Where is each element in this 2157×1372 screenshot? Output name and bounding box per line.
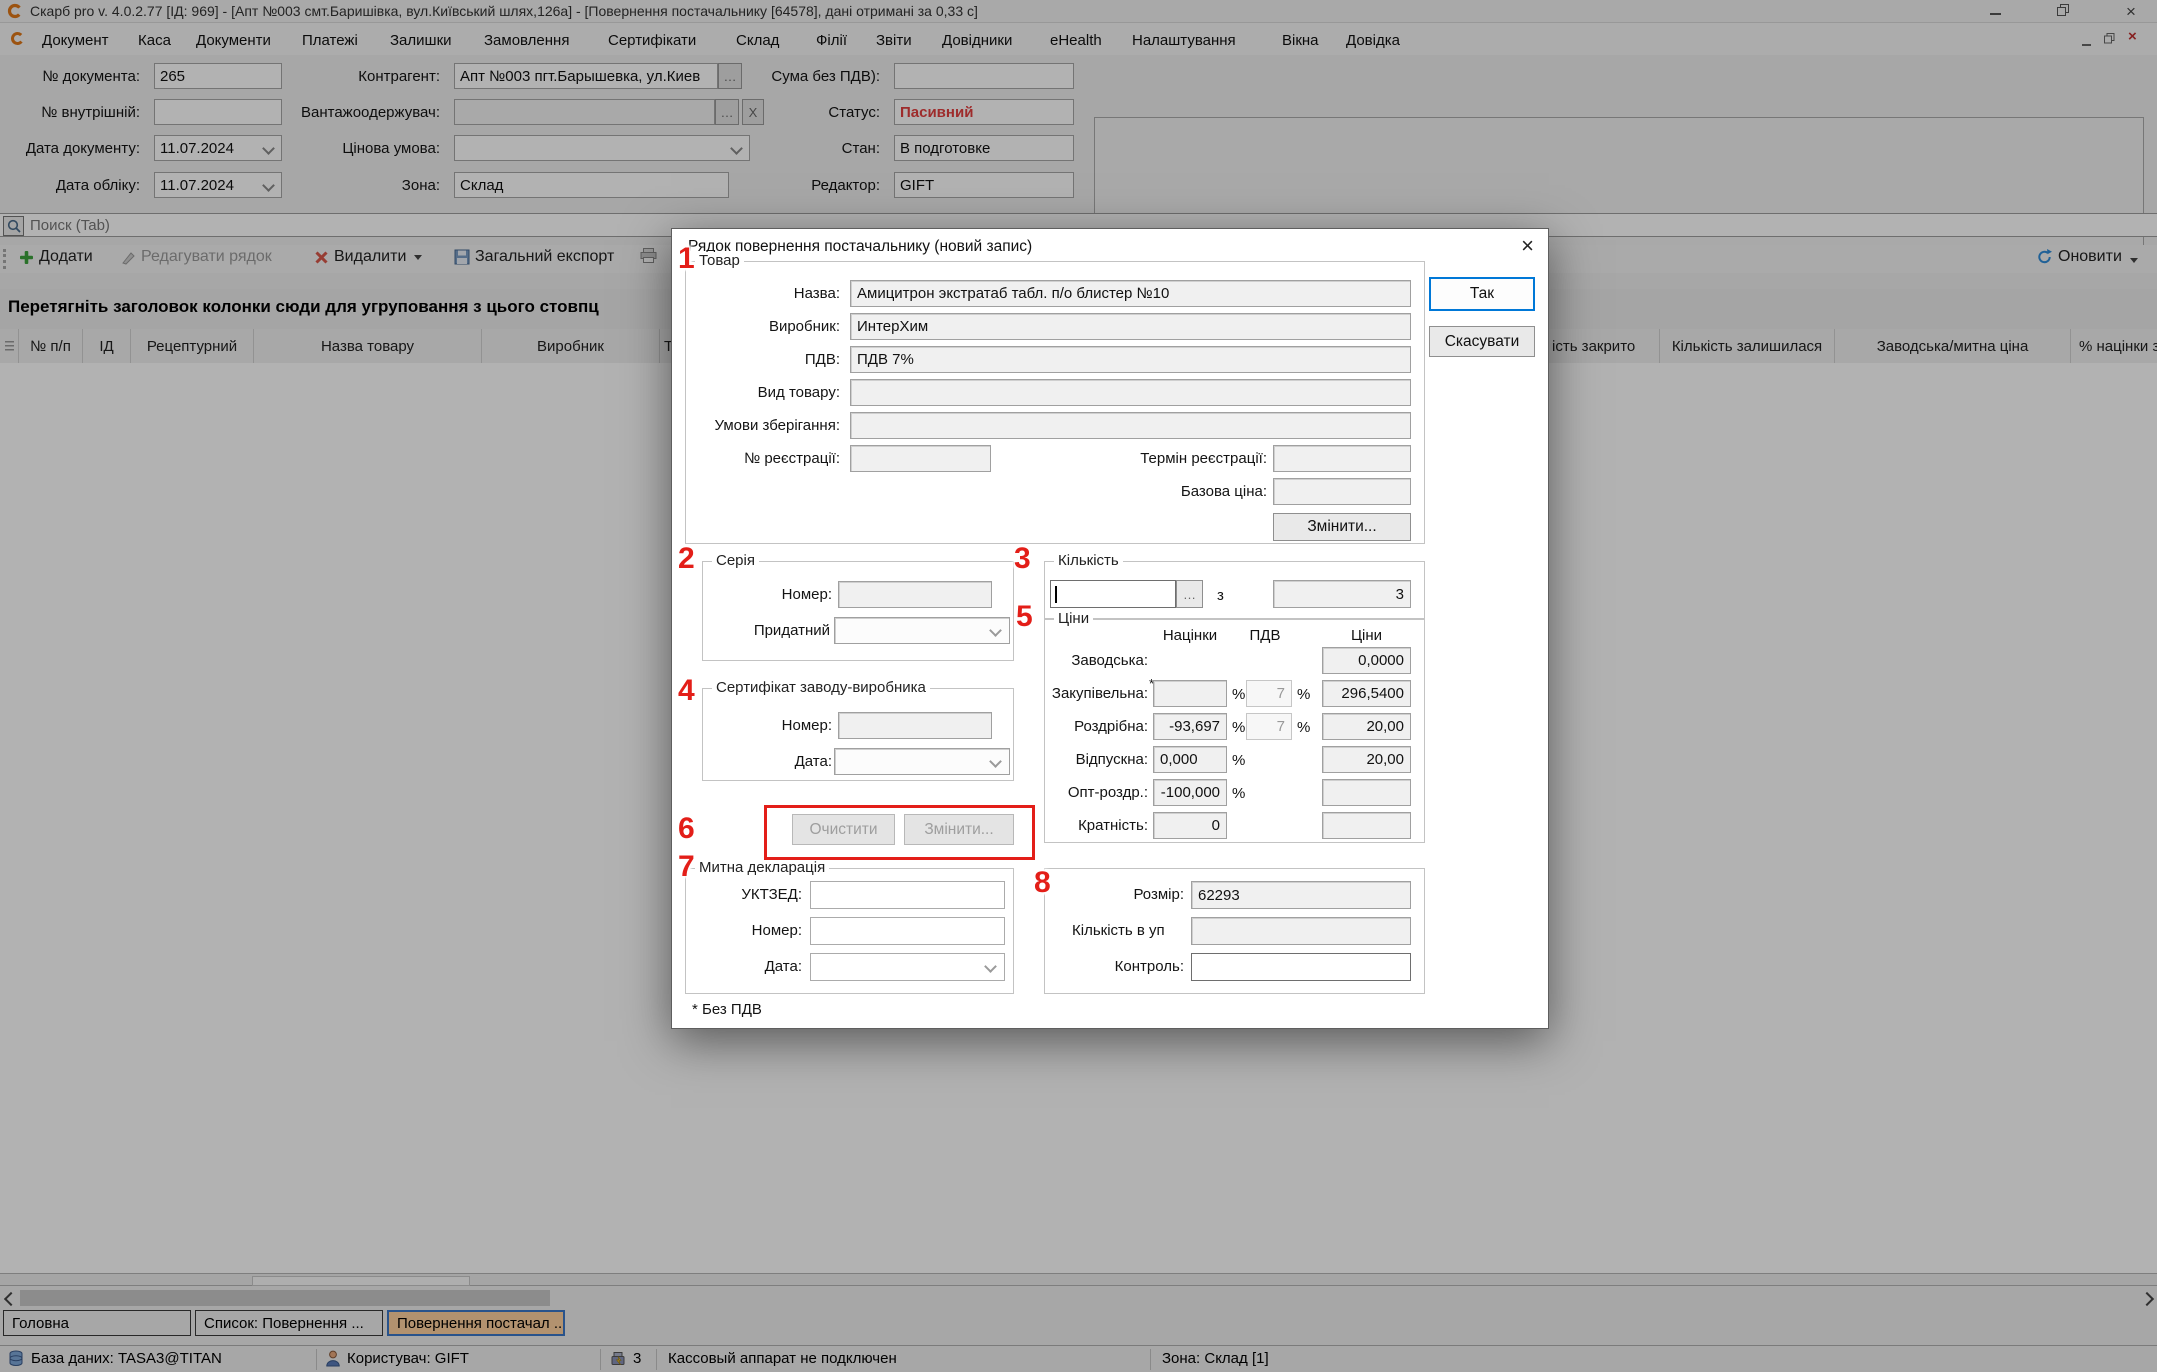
vat-column-header: ПДВ (1238, 627, 1292, 644)
product-reg-label: № реєстрації: (690, 450, 840, 467)
percent-sign: % (1232, 785, 1245, 802)
series-number-label: Номер: (732, 586, 832, 603)
price-row-label: Відпускна: (1044, 751, 1148, 768)
prices-group-label: Ціни (1054, 610, 1093, 627)
product-reg-field[interactable] (850, 445, 991, 472)
product-term-field[interactable] (1273, 445, 1411, 472)
retail-price-field: 20,00 (1322, 713, 1411, 740)
product-manufacturer-field[interactable]: ИнтерХим (850, 313, 1411, 340)
footnote: * Без ПДВ (692, 1001, 812, 1018)
percent-sign: % (1232, 752, 1245, 769)
certificate-number-field[interactable] (838, 712, 992, 739)
multiplicity-field[interactable]: 0 (1153, 812, 1227, 839)
customs-number-label: Номер: (690, 922, 802, 939)
markup-column-header: Націнки (1153, 627, 1227, 644)
chevron-down-icon (989, 755, 1002, 768)
annotation-4: 4 (678, 676, 695, 706)
annotation-2: 2 (678, 544, 695, 574)
certificate-date-combo[interactable] (834, 748, 1010, 775)
quantity-browse-button[interactable]: … (1176, 580, 1203, 608)
customs-date-combo[interactable] (810, 953, 1005, 981)
percent-sign: % (1297, 719, 1310, 736)
annotation-1: 1 (678, 244, 695, 274)
quantity-of-label: з (1217, 587, 1233, 604)
series-group-label: Серія (712, 552, 759, 569)
quantity-input[interactable] (1050, 580, 1176, 608)
retail-markup-field[interactable]: -93,697 (1153, 713, 1227, 740)
product-base-price-label: Базова ціна: (1062, 483, 1267, 500)
control-field[interactable] (1191, 953, 1411, 981)
annotation-box-6 (764, 805, 1035, 860)
product-name-label: Назва: (690, 285, 840, 302)
series-number-field[interactable] (838, 581, 992, 608)
uktzed-field[interactable] (810, 881, 1005, 909)
factory-price-field: 0,0000 (1322, 647, 1411, 674)
product-vat-field[interactable]: ПДВ 7% (850, 346, 1411, 373)
series-group: Серія (702, 561, 1014, 661)
customs-number-field[interactable] (810, 917, 1005, 945)
annotation-8: 8 (1034, 868, 1051, 898)
opt-retail-price-field (1322, 779, 1411, 806)
product-change-button[interactable]: Змінити... (1273, 513, 1411, 541)
percent-sign: % (1232, 719, 1245, 736)
price-row-label: Закупівельна: (1044, 685, 1148, 702)
uktzed-label: УКТЗЕД: (690, 886, 802, 903)
selling-markup-field[interactable]: 0,000 (1153, 746, 1227, 773)
annotation-6: 6 (678, 814, 695, 844)
product-group-label: Товар (695, 252, 744, 269)
multiplicity-price-field (1322, 812, 1411, 839)
selling-price-field: 20,00 (1322, 746, 1411, 773)
quantity-total-field: 3 (1273, 580, 1411, 608)
product-storage-field[interactable] (850, 412, 1411, 439)
return-row-dialog: Рядок повернення постачальнику (новий за… (671, 228, 1549, 1029)
series-fit-combo[interactable] (834, 617, 1010, 644)
certificate-group-label: Сертифікат заводу-виробника (712, 679, 930, 696)
certificate-number-label: Номер: (732, 717, 832, 734)
cancel-button[interactable]: Скасувати (1429, 326, 1535, 357)
series-fit-label: Придатний (712, 622, 830, 639)
customs-date-label: Дата: (690, 958, 802, 975)
product-kind-label: Вид товару: (690, 384, 840, 401)
product-base-price-field[interactable] (1273, 478, 1411, 505)
product-manufacturer-label: Виробник: (690, 318, 840, 335)
application-window: Скарб pro v. 4.0.2.77 [ІД: 969] - [Апт №… (0, 0, 2157, 1372)
quantity-group-label: Кількість (1054, 552, 1123, 569)
purchase-markup-field[interactable] (1153, 680, 1227, 707)
customs-group-label: Митна декларація (695, 859, 829, 876)
ok-button[interactable]: Так (1429, 277, 1535, 311)
control-label: Контроль: (1072, 958, 1184, 975)
chevron-down-icon (989, 624, 1002, 637)
product-name-field[interactable]: Амицитрон экстратаб табл. п/о блистер №1… (850, 280, 1411, 307)
annotation-5: 5 (1016, 602, 1033, 632)
price-row-label: Опт-роздр.: (1044, 784, 1148, 801)
chevron-down-icon (984, 960, 997, 973)
price-row-label: Кратність: (1044, 817, 1148, 834)
annotation-3: 3 (1014, 544, 1031, 574)
certificate-date-label: Дата: (732, 753, 832, 770)
product-vat-label: ПДВ: (690, 351, 840, 368)
qty-in-pack-label: Кількість в уп (1072, 922, 1191, 939)
product-storage-label: Умови зберігання: (690, 417, 840, 434)
dialog-close-icon[interactable]: × (1521, 233, 1534, 259)
product-kind-field[interactable] (850, 379, 1411, 406)
price-row-label: Роздрібна: (1044, 718, 1148, 735)
qty-in-pack-field[interactable] (1191, 917, 1411, 945)
text-caret (1055, 586, 1057, 603)
product-term-label: Термін реєстрації: (1062, 450, 1267, 467)
retail-vat-field: 7 (1246, 713, 1292, 740)
size-label: Розмір: (1072, 886, 1184, 903)
purchase-price-field: 296,5400 (1322, 680, 1411, 707)
price-row-label: Заводська: (1044, 652, 1148, 669)
price-column-header: Ціни (1322, 627, 1411, 644)
purchase-vat-field: 7 (1246, 680, 1292, 707)
percent-sign: % (1297, 686, 1310, 703)
opt-retail-markup-field[interactable]: -100,000 (1153, 779, 1227, 806)
size-field[interactable]: 62293 (1191, 881, 1411, 909)
percent-sign: % (1232, 686, 1245, 703)
annotation-7: 7 (678, 852, 695, 882)
